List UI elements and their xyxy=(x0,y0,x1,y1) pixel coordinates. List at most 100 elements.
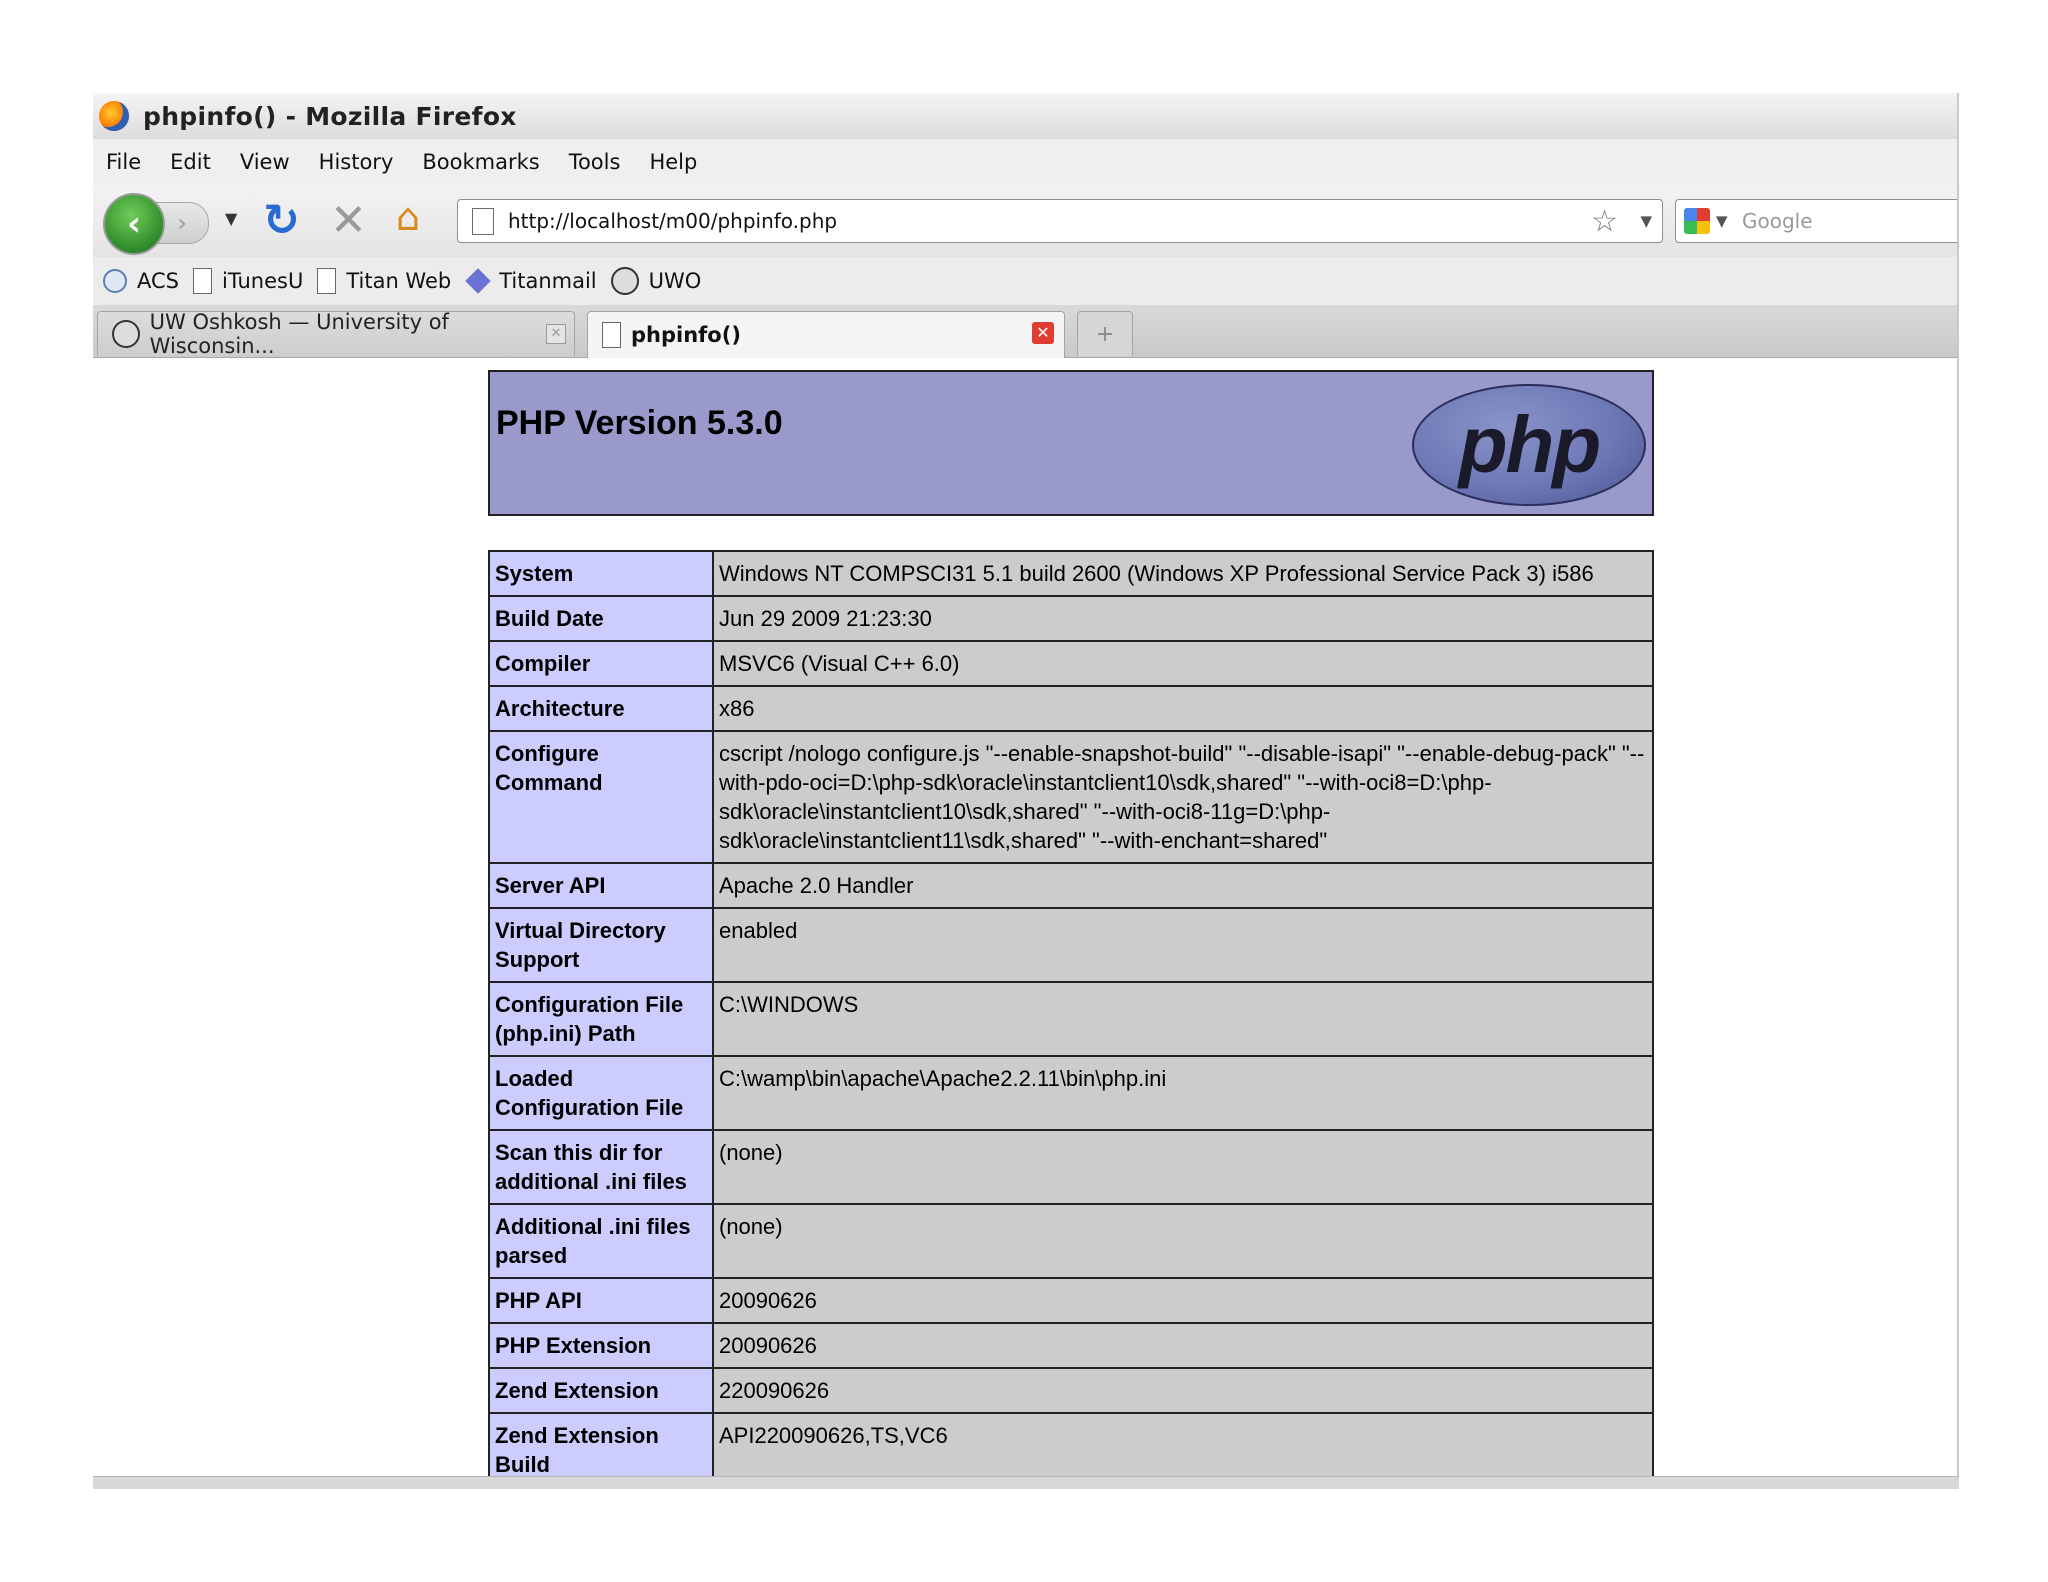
table-row: Server API Apache 2.0 Handler xyxy=(488,862,1654,909)
bookmark-label: iTunesU xyxy=(222,269,304,293)
page-icon xyxy=(602,322,621,348)
row-value: 20090626 xyxy=(712,1277,1654,1324)
reload-icon[interactable]: ↻ xyxy=(263,195,300,246)
row-key: Build Date xyxy=(488,595,714,642)
chevron-left-icon: ‹ xyxy=(126,204,141,244)
tab-label: UW Oshkosh — University of Wisconsin... xyxy=(149,310,449,358)
search-placeholder[interactable]: Google xyxy=(1742,209,1813,233)
menu-tools[interactable]: Tools xyxy=(569,150,621,174)
table-row: PHP API 20090626 xyxy=(488,1277,1654,1324)
row-key: Configuration File (php.ini) Path xyxy=(488,981,714,1057)
circle-icon xyxy=(103,269,127,293)
table-row: Additional .ini files parsed (none) xyxy=(488,1203,1654,1279)
page-content: PHP Version 5.3.0 php System Windows NT C… xyxy=(93,358,1957,1487)
url-text[interactable]: http://localhost/m00/phpinfo.php xyxy=(508,209,837,233)
row-key: PHP Extension xyxy=(488,1322,714,1369)
table-row: Build Date Jun 29 2009 21:23:30 xyxy=(488,595,1654,642)
status-bar xyxy=(93,1476,1959,1489)
row-key: Compiler xyxy=(488,640,714,687)
history-dropdown-icon[interactable]: ▼ xyxy=(225,209,237,228)
table-row: Architecture x86 xyxy=(488,685,1654,732)
plus-icon: + xyxy=(1095,321,1115,347)
title-bar: phpinfo() - Mozilla Firefox xyxy=(93,93,1957,140)
row-key: Additional .ini files parsed xyxy=(488,1203,714,1279)
firefox-icon xyxy=(99,101,129,131)
row-key: Zend Extension xyxy=(488,1367,714,1414)
bookmark-star-icon[interactable]: ☆ xyxy=(1591,204,1618,239)
bookmark-label: Titan Web xyxy=(346,269,452,293)
menu-bar: File Edit View History Bookmarks Tools H… xyxy=(93,139,1957,185)
stop-icon[interactable]: ✕ xyxy=(330,195,367,246)
table-row: Scan this dir for additional .ini files(… xyxy=(488,1129,1654,1205)
row-value: x86 xyxy=(712,685,1654,732)
tab-uw-oshkosh[interactable]: UW Oshkosh — University of Wisconsin... … xyxy=(97,310,575,358)
php-version-header: PHP Version 5.3.0 php xyxy=(488,370,1654,516)
row-value: cscript /nologo configure.js "--enable-s… xyxy=(712,730,1654,864)
table-row: Configuration File (php.ini) Path C:\WIND… xyxy=(488,981,1654,1057)
url-bar[interactable]: http://localhost/m00/phpinfo.php ☆ ▼ xyxy=(457,199,1663,243)
table-row: Compiler MSVC6 (Visual C++ 6.0) xyxy=(488,640,1654,687)
page-icon xyxy=(193,268,212,294)
back-button[interactable]: ‹ xyxy=(103,193,165,255)
bookmark-itunesu[interactable]: iTunesU xyxy=(193,268,303,294)
google-icon[interactable] xyxy=(1684,208,1710,234)
diamond-icon xyxy=(465,268,491,294)
bookmark-label: ACS xyxy=(137,269,179,293)
row-value: MSVC6 (Visual C++ 6.0) xyxy=(712,640,1654,687)
bookmark-uwo[interactable]: UWO xyxy=(610,267,702,295)
row-value: Jun 29 2009 21:23:30 xyxy=(712,595,1654,642)
menu-file[interactable]: File xyxy=(106,150,141,174)
bookmark-titanmail[interactable]: Titanmail xyxy=(465,268,597,294)
menu-history[interactable]: History xyxy=(319,150,394,174)
browser-window: phpinfo() - Mozilla Firefox File Edit Vi… xyxy=(93,93,1959,1487)
seal-icon xyxy=(112,320,140,348)
table-row: Loaded Configuration File C:\wamp\bin\apa… xyxy=(488,1055,1654,1131)
row-key: Virtual Directory Support xyxy=(488,907,714,983)
page-icon xyxy=(317,268,337,294)
bookmark-label: UWO xyxy=(648,269,702,293)
row-value: (none) xyxy=(712,1129,1654,1205)
table-row: PHP Extension 20090626 xyxy=(488,1322,1654,1369)
php-version: PHP Version 5.3.0 xyxy=(496,404,783,442)
search-engine-dropdown-icon[interactable]: ▼ xyxy=(1716,212,1728,230)
row-value: 20090626 xyxy=(712,1322,1654,1369)
bookmarks-toolbar: ACS iTunesU Titan Web Titanmail UWO xyxy=(93,257,1957,305)
row-value: (none) xyxy=(712,1203,1654,1279)
row-key: Architecture xyxy=(488,685,714,732)
bookmark-titan-web[interactable]: Titan Web xyxy=(317,268,451,294)
menu-view[interactable]: View xyxy=(240,150,290,174)
window-title: phpinfo() - Mozilla Firefox xyxy=(143,101,517,131)
url-dropdown-icon[interactable]: ▼ xyxy=(1640,212,1652,230)
close-tab-icon[interactable]: ✕ xyxy=(1032,322,1054,344)
bookmark-label: Titanmail xyxy=(499,269,597,293)
page-icon xyxy=(472,208,494,235)
search-box[interactable]: ▼ Google xyxy=(1675,199,1957,243)
seal-icon xyxy=(610,267,639,295)
new-tab-button[interactable]: + xyxy=(1077,311,1133,356)
row-key: Configure Command xyxy=(488,730,714,864)
table-row: Virtual Directory Support enabled xyxy=(488,907,1654,983)
tab-strip: UW Oshkosh — University of Wisconsin... … xyxy=(93,305,1957,358)
table-row: Configure Command cscript /nologo configu… xyxy=(488,730,1654,864)
navigation-toolbar: › ‹ ▼ ↻ ✕ ⌂ http://localhost/m00/phpinfo… xyxy=(93,185,1957,257)
php-info-table: System Windows NT COMPSCI31 5.1 build 260… xyxy=(488,550,1654,1487)
bookmark-acs[interactable]: ACS xyxy=(103,269,179,293)
menu-edit[interactable]: Edit xyxy=(170,150,211,174)
table-row: Zend Extension 220090626 xyxy=(488,1367,1654,1414)
row-key: Loaded Configuration File xyxy=(488,1055,714,1131)
tab-label: phpinfo() xyxy=(631,323,741,347)
row-key: Server API xyxy=(488,862,714,909)
home-icon[interactable]: ⌂ xyxy=(396,195,420,239)
close-tab-icon[interactable]: ✕ xyxy=(546,324,566,344)
table-row: System Windows NT COMPSCI31 5.1 build 260… xyxy=(488,550,1654,597)
menu-bookmarks[interactable]: Bookmarks xyxy=(422,150,539,174)
tab-phpinfo[interactable]: phpinfo() ✕ xyxy=(587,311,1065,358)
row-value: C:\wamp\bin\apache\Apache2.2.11\bin\php.… xyxy=(712,1055,1654,1131)
row-value: Apache 2.0 Handler xyxy=(712,862,1654,909)
row-key: PHP API xyxy=(488,1277,714,1324)
row-key: Scan this dir for additional .ini files xyxy=(488,1129,714,1205)
php-logo[interactable]: php xyxy=(1412,384,1646,506)
row-value: C:\WINDOWS xyxy=(712,981,1654,1057)
php-logo-text: php xyxy=(1458,400,1602,489)
menu-help[interactable]: Help xyxy=(649,150,697,174)
